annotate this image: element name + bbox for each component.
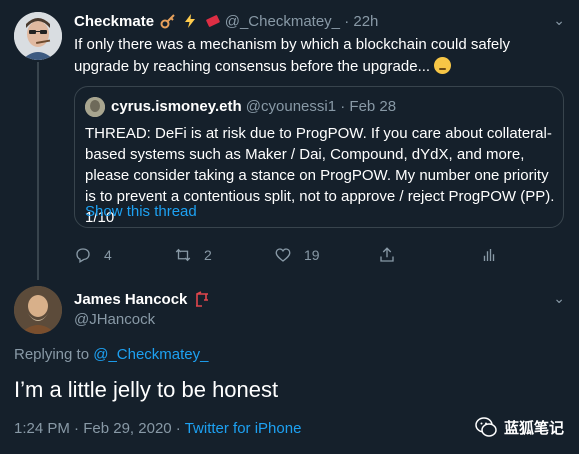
quoted-author-name: cyrus.ismoney.eth bbox=[111, 98, 242, 115]
tweet-text: If only there was a mechanism by which a… bbox=[74, 34, 564, 78]
key-icon bbox=[160, 14, 175, 29]
like-count: 19 bbox=[304, 247, 320, 263]
reply-icon bbox=[76, 248, 90, 263]
wechat-icon bbox=[475, 417, 497, 437]
author-handle[interactable]: @_Checkmatey_ bbox=[225, 13, 340, 30]
retweet-button[interactable]: 2 bbox=[174, 246, 212, 264]
reply-count: 4 bbox=[104, 247, 112, 263]
chevron-down-icon[interactable]: ⌄ bbox=[553, 12, 565, 29]
ticket-icon bbox=[205, 15, 220, 27]
thread-connector-line bbox=[37, 62, 39, 280]
separator-dot: · bbox=[74, 420, 80, 437]
quoted-avatar-image bbox=[85, 97, 105, 117]
reply-text: I’m a little jelly to be honest bbox=[14, 377, 279, 402]
show-thread-link[interactable]: Show this thread bbox=[85, 203, 197, 220]
reply-time[interactable]: 1:24 PM bbox=[14, 420, 70, 437]
retweet-icon bbox=[175, 248, 191, 262]
avatar-image bbox=[14, 12, 62, 60]
retweet-count: 2 bbox=[204, 247, 212, 263]
share-button[interactable] bbox=[378, 246, 408, 264]
emoji-badges bbox=[158, 13, 225, 30]
separator-dot: · bbox=[340, 98, 346, 115]
source-link[interactable]: Twitter for iPhone bbox=[185, 420, 302, 437]
analytics-button[interactable] bbox=[480, 246, 510, 264]
quoted-date: Feb 28 bbox=[349, 98, 397, 115]
reply-date[interactable]: Feb 29, 2020 bbox=[83, 420, 171, 437]
avatar[interactable] bbox=[14, 12, 62, 60]
reply-avatar[interactable] bbox=[14, 286, 62, 334]
tweet-header: Checkmate @_Checkmatey_ · 22h bbox=[74, 12, 378, 32]
quoted-header: cyrus.ismoney.eth @cyounessi1 · Feb 28 bbox=[111, 97, 396, 117]
share-icon bbox=[380, 247, 394, 262]
author-name[interactable]: Checkmate bbox=[74, 13, 154, 30]
separator-dot: · bbox=[175, 420, 181, 437]
crane-icon bbox=[195, 291, 208, 307]
analytics-icon bbox=[483, 249, 495, 261]
watermark: 蓝狐笔记 bbox=[474, 415, 564, 439]
lightning-icon bbox=[185, 14, 196, 28]
reply-meta: 1:24 PM · Feb 29, 2020 · Twitter for iPh… bbox=[14, 420, 301, 437]
replying-to-link[interactable]: @_Checkmatey_ bbox=[93, 346, 208, 363]
reply-header: James Hancock bbox=[74, 290, 210, 310]
reply-button[interactable]: 4 bbox=[74, 246, 112, 264]
reply-author-handle[interactable]: @JHancock bbox=[74, 311, 155, 328]
tweet-actions: 4 2 19 bbox=[74, 246, 514, 268]
replying-label: Replying to bbox=[14, 346, 90, 363]
quoted-avatar bbox=[85, 97, 105, 117]
separator-dot: · bbox=[344, 13, 350, 30]
reply-author-name[interactable]: James Hancock bbox=[74, 291, 187, 308]
tweet-time[interactable]: 22h bbox=[353, 13, 378, 30]
replying-to: Replying to @_Checkmatey_ bbox=[14, 346, 209, 363]
like-button[interactable]: 19 bbox=[274, 246, 320, 264]
thinking-face-icon bbox=[434, 57, 452, 74]
reply-avatar-image bbox=[14, 286, 62, 334]
quoted-tweet-card[interactable]: cyrus.ismoney.eth @cyounessi1 · Feb 28 T… bbox=[74, 86, 564, 228]
chevron-down-icon[interactable]: ⌄ bbox=[553, 290, 565, 307]
watermark-text: 蓝狐笔记 bbox=[504, 419, 565, 437]
heart-icon bbox=[275, 248, 291, 262]
quoted-author-handle: @cyounessi1 bbox=[245, 98, 337, 115]
